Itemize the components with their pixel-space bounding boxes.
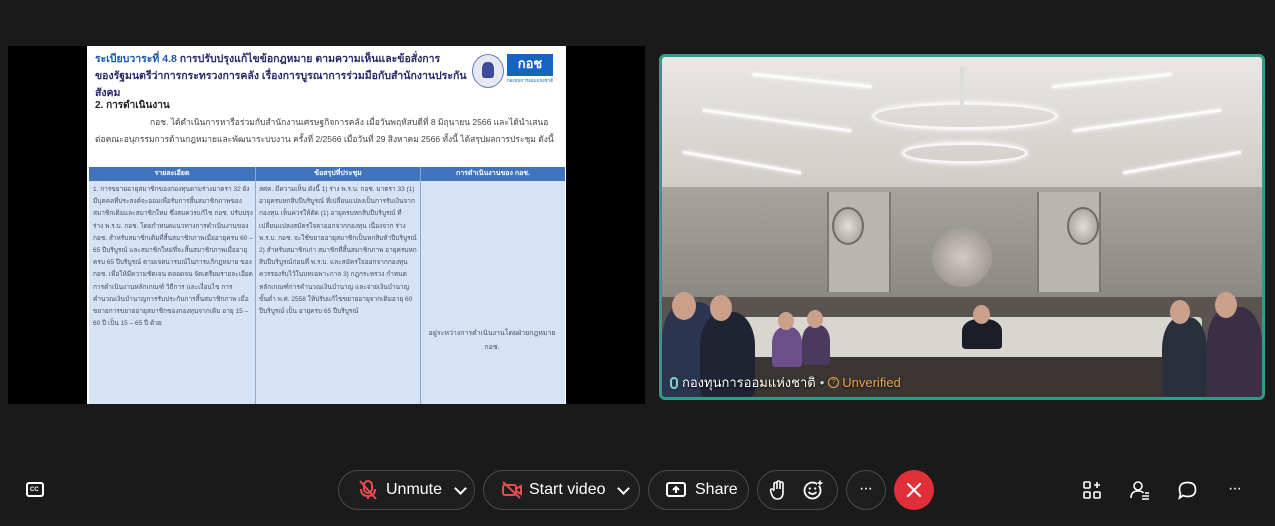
wall-emblem — [932, 227, 992, 287]
start-video-label: Start video — [529, 481, 606, 498]
share-button[interactable]: Share — [648, 470, 749, 510]
table-cell-action: อยู่ระหว่างการดำเนินงานโดยฝ่ายกฎหมาย กอช… — [428, 330, 556, 351]
participant-name: กองทุนการออมแห่งชาติ — [682, 375, 816, 390]
ceiling-light-ring — [872, 102, 1058, 130]
more-icon: ··· — [859, 480, 873, 497]
emoji-icon[interactable] — [803, 480, 823, 500]
table-cell-details: 1. การขยายอายุสมาชิกของกองทุนตามร่างมาตร… — [93, 186, 253, 328]
share-label: Share — [695, 481, 738, 498]
leave-meeting-button[interactable] — [894, 470, 934, 510]
share-screen-icon — [666, 482, 686, 497]
attendee-head — [778, 312, 794, 330]
apps-icon[interactable] — [1083, 481, 1101, 499]
title-line-1: การปรับปรุงแก้ไขข้อกฎหมาย ตามความเห็นและ… — [179, 53, 441, 65]
section-heading: 2. การดำเนินงาน — [95, 100, 170, 111]
section-paragraph: กอช. ได้ดำเนินการหารือร่วมกับสำนักงานเศร… — [95, 117, 554, 144]
participants-icon[interactable] — [1130, 480, 1150, 500]
light-strip — [1052, 72, 1172, 89]
verification-status-text: Unverified — [842, 375, 901, 390]
gpf-logo-subtext: กองทุนการออมแห่งชาติ — [506, 78, 554, 83]
agenda-label: ระเบียบวาระที่ 4.8 — [95, 53, 177, 65]
slide-title: ระเบียบวาระที่ 4.8 การปรับปรุงแก้ไขข้อกฎ… — [95, 51, 470, 102]
verification-status: ? Unverified — [828, 375, 901, 390]
attendee-head — [1170, 300, 1190, 324]
chat-icon[interactable] — [1178, 481, 1197, 500]
attendee-head — [973, 305, 990, 324]
question-icon: ? — [828, 377, 840, 388]
table-divider — [420, 167, 421, 404]
shared-screen: ระเบียบวาระที่ 4.8 การปรับปรุงแก้ไขข้อกฎ… — [8, 46, 645, 404]
more-icon[interactable]: ··· — [1228, 480, 1242, 498]
participant-video-tile[interactable]: กองทุนการออมแห่งชาติ • ? Unverified — [659, 54, 1265, 400]
attendee-head — [710, 295, 732, 321]
attendee-head — [807, 310, 823, 328]
mic-muted-icon — [359, 480, 377, 500]
light-strip — [702, 108, 852, 133]
label-separator: • — [819, 375, 825, 390]
attendee — [772, 327, 802, 367]
title-line-2: ของรัฐมนตรีว่าการกระทรวงการคลัง เรื่องกา… — [95, 70, 467, 99]
portrait-medallion — [832, 207, 864, 245]
ministry-seal-logo — [472, 54, 504, 88]
table-divider — [255, 167, 256, 404]
captions-icon[interactable]: CC — [26, 482, 44, 497]
unmute-label: Unmute — [386, 481, 443, 498]
start-video-button[interactable]: Start video — [483, 470, 640, 510]
close-icon — [907, 483, 921, 497]
microphone-icon — [670, 376, 678, 389]
light-strip — [682, 150, 802, 175]
video-off-icon — [502, 481, 522, 499]
participant-label: กองทุนการออมแห่งชาติ • ? Unverified — [670, 372, 901, 393]
unmute-button[interactable]: Unmute — [338, 470, 475, 510]
attendee-head — [1215, 292, 1237, 318]
attendee — [1207, 307, 1262, 397]
more-options-button[interactable]: ··· — [846, 470, 886, 510]
portrait-medallion — [1067, 207, 1099, 245]
chevron-down-icon[interactable] — [454, 481, 467, 495]
table-header-conclusion: ข้อสรุปที่ประชุม — [256, 167, 420, 181]
wall-panel — [827, 192, 891, 292]
light-strip — [1072, 108, 1222, 133]
table-header-details: รายละเอียด — [89, 167, 255, 181]
light-strip — [1122, 150, 1242, 175]
attendee — [802, 325, 830, 365]
table-cell-conclusion: สศค. มีความเห็น ดังนี้ 1) ร่าง พ.ร.บ. กอ… — [259, 186, 417, 316]
chevron-down-icon[interactable] — [617, 481, 631, 495]
presentation-slide: ระเบียบวาระที่ 4.8 การปรับปรุงแก้ไขข้อกฎ… — [87, 46, 566, 404]
attendee-head — [672, 292, 696, 320]
table-header-action: การดำเนินงานของ กอช. — [421, 167, 565, 181]
hand-icon[interactable] — [769, 480, 787, 500]
light-strip — [752, 72, 872, 89]
slide-table: รายละเอียด ข้อสรุปที่ประชุม การดำเนินงาน… — [89, 167, 565, 404]
room-ceiling — [662, 57, 1262, 192]
reactions-group[interactable] — [757, 470, 838, 510]
ceiling-projector — [960, 67, 964, 107]
attendee — [1162, 317, 1207, 397]
ceiling-light-ring — [902, 142, 1028, 164]
gpf-logo: กอช — [507, 54, 553, 76]
